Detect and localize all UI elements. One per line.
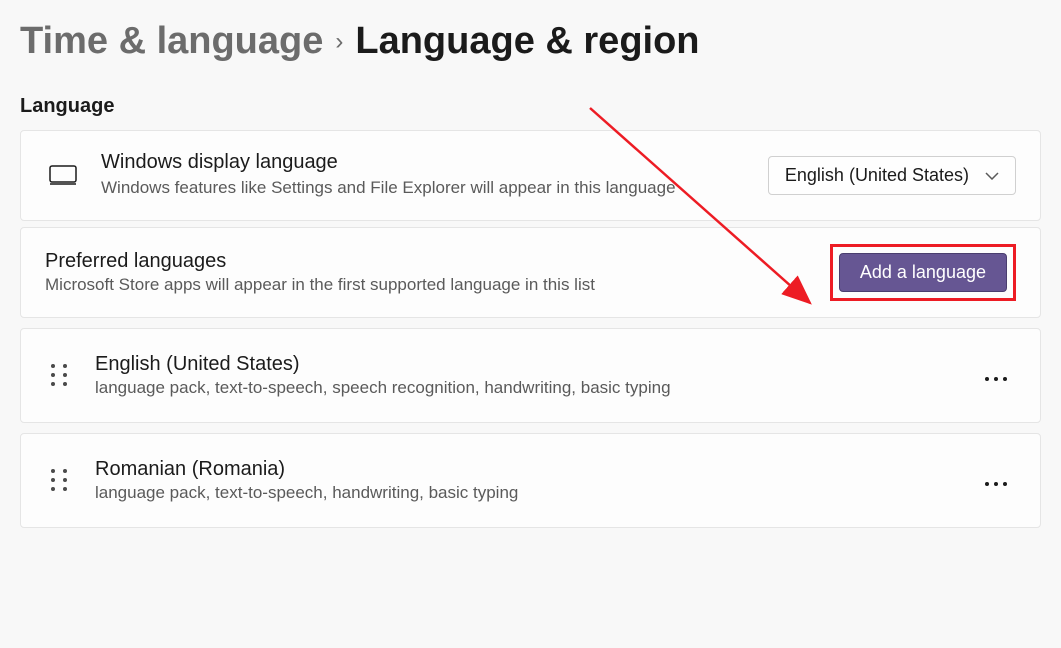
preferred-languages-card: Preferred languages Microsoft Store apps… (20, 227, 1041, 318)
display-language-selected: English (United States) (785, 165, 969, 186)
preferred-languages-content: Preferred languages Microsoft Store apps… (45, 250, 830, 295)
drag-handle-icon[interactable] (45, 364, 73, 386)
annotation-highlight-box: Add a language (830, 244, 1016, 301)
display-language-card: Windows display language Windows feature… (20, 130, 1041, 221)
language-item-content: Romanian (Romania) language pack, text-t… (95, 458, 976, 503)
language-item-romanian[interactable]: Romanian (Romania) language pack, text-t… (20, 433, 1041, 528)
chevron-down-icon (985, 167, 999, 183)
display-language-title: Windows display language (101, 151, 768, 174)
drag-handle-icon[interactable] (45, 469, 73, 491)
breadcrumb-parent[interactable]: Time & language (20, 20, 323, 63)
add-language-button[interactable]: Add a language (839, 253, 1007, 292)
preferred-languages-subtitle: Microsoft Store apps will appear in the … (45, 275, 830, 295)
chevron-right-icon: › (335, 28, 343, 56)
section-title-language: Language (20, 95, 1041, 118)
language-features: language pack, text-to-speech, speech re… (95, 378, 976, 398)
preferred-languages-title: Preferred languages (45, 250, 830, 273)
display-language-content: Windows display language Windows feature… (101, 151, 768, 200)
language-item-english[interactable]: English (United States) language pack, t… (20, 328, 1041, 423)
language-name: Romanian (Romania) (95, 458, 976, 481)
display-language-dropdown[interactable]: English (United States) (768, 156, 1016, 195)
breadcrumb-current: Language & region (355, 20, 699, 63)
display-icon (45, 165, 81, 185)
more-options-button[interactable] (976, 459, 1016, 501)
breadcrumb: Time & language › Language & region (20, 20, 1041, 63)
more-options-button[interactable] (976, 354, 1016, 396)
language-name: English (United States) (95, 353, 976, 376)
language-features: language pack, text-to-speech, handwriti… (95, 483, 976, 503)
display-language-subtitle: Windows features like Settings and File … (101, 176, 768, 200)
language-item-content: English (United States) language pack, t… (95, 353, 976, 398)
